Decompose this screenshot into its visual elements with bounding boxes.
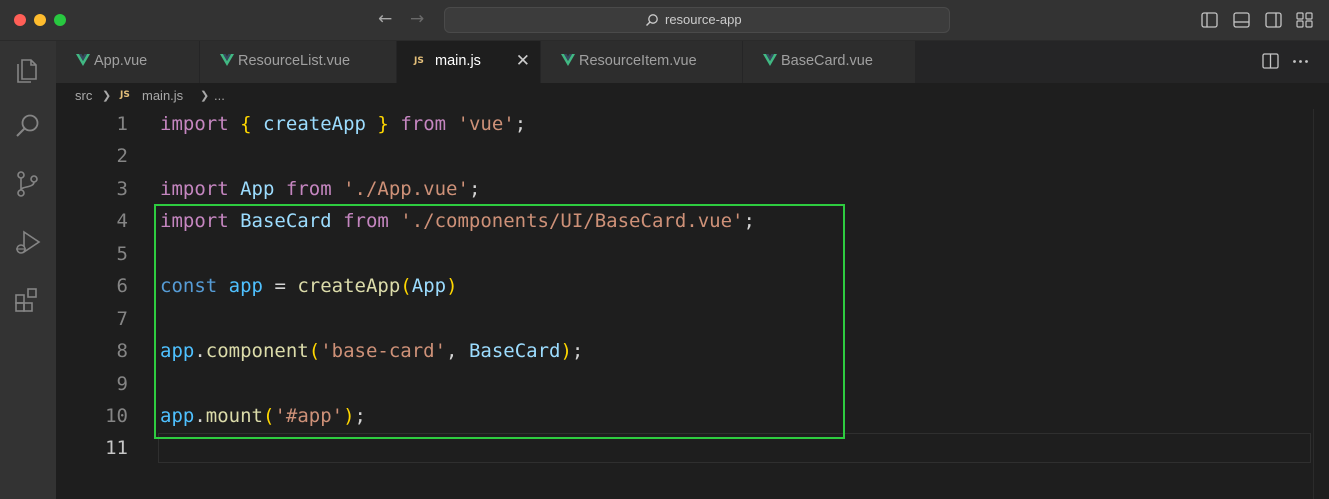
explorer-icon[interactable] xyxy=(13,54,43,84)
minimize-window-button[interactable] xyxy=(34,14,46,26)
search-icon xyxy=(646,14,658,26)
highlight-annotation-box xyxy=(154,204,845,439)
line-number: 10 xyxy=(105,405,128,427)
tab-resourcelist-vue[interactable]: ResourceList.vue xyxy=(200,41,397,83)
customize-layout-icon[interactable] xyxy=(1296,12,1313,28)
close-window-button[interactable] xyxy=(14,14,26,26)
line-number: 4 xyxy=(116,210,128,232)
toggle-panel-icon[interactable] xyxy=(1233,12,1250,28)
line-number: 8 xyxy=(116,340,128,362)
back-arrow-icon[interactable]: ← xyxy=(378,9,392,29)
breadcrumb-symbol[interactable]: ... xyxy=(214,88,225,103)
close-tab-icon[interactable]: ✕ xyxy=(516,51,530,71)
tab-main-js[interactable]: JS main.js ✕ xyxy=(397,41,541,83)
line-number: 3 xyxy=(116,178,128,200)
forward-arrow-icon[interactable]: → xyxy=(410,9,424,29)
search-activity-icon[interactable] xyxy=(13,111,43,141)
vue-file-icon xyxy=(76,54,90,66)
code-editor[interactable]: 1 2 3 4 5 6 7 8 9 10 11 import { createA… xyxy=(56,109,1329,499)
toggle-secondary-sidebar-icon[interactable] xyxy=(1265,12,1282,28)
line-number: 2 xyxy=(116,145,128,167)
vue-file-icon xyxy=(220,54,234,66)
line-number: 6 xyxy=(116,275,128,297)
editor-tabs: App.vue ResourceList.vue JS main.js ✕ Re… xyxy=(56,41,1329,83)
tab-basecard-vue[interactable]: BaseCard.vue xyxy=(743,41,916,83)
vue-file-icon xyxy=(763,54,777,66)
code-line-3: import App from './App.vue'; xyxy=(160,178,481,200)
line-number: 9 xyxy=(116,373,128,395)
line-number: 1 xyxy=(116,113,128,135)
vertical-scrollbar[interactable] xyxy=(1313,109,1328,499)
search-text: resource-app xyxy=(665,12,742,27)
activity-bar xyxy=(0,41,56,499)
line-number-current: 11 xyxy=(105,437,128,459)
line-number: 7 xyxy=(116,308,128,330)
breadcrumb-folder[interactable]: src xyxy=(75,88,92,103)
run-debug-icon[interactable] xyxy=(13,227,43,257)
tab-app-vue[interactable]: App.vue xyxy=(56,41,200,83)
more-actions-icon[interactable] xyxy=(1292,59,1309,64)
vue-file-icon xyxy=(561,54,575,66)
extensions-icon[interactable] xyxy=(13,285,43,315)
toggle-primary-sidebar-icon[interactable] xyxy=(1201,12,1218,28)
source-control-icon[interactable] xyxy=(13,169,43,199)
chevron-right-icon: ❯ xyxy=(102,90,112,102)
maximize-window-button[interactable] xyxy=(54,14,66,26)
js-file-icon: JS xyxy=(120,90,130,100)
tab-resourceitem-vue[interactable]: ResourceItem.vue xyxy=(541,41,743,83)
code-line-1: import { createApp } from 'vue'; xyxy=(160,113,527,135)
line-number: 5 xyxy=(116,243,128,265)
js-file-icon: JS xyxy=(414,56,424,66)
breadcrumb: src ❯ JS main.js ❯ ... xyxy=(56,83,1329,109)
breadcrumb-file[interactable]: main.js xyxy=(142,88,183,103)
chevron-right-icon: ❯ xyxy=(200,90,210,102)
split-editor-icon[interactable] xyxy=(1262,53,1279,69)
command-center-search[interactable]: resource-app xyxy=(444,7,950,33)
title-bar: ← → resource-app xyxy=(0,0,1329,41)
